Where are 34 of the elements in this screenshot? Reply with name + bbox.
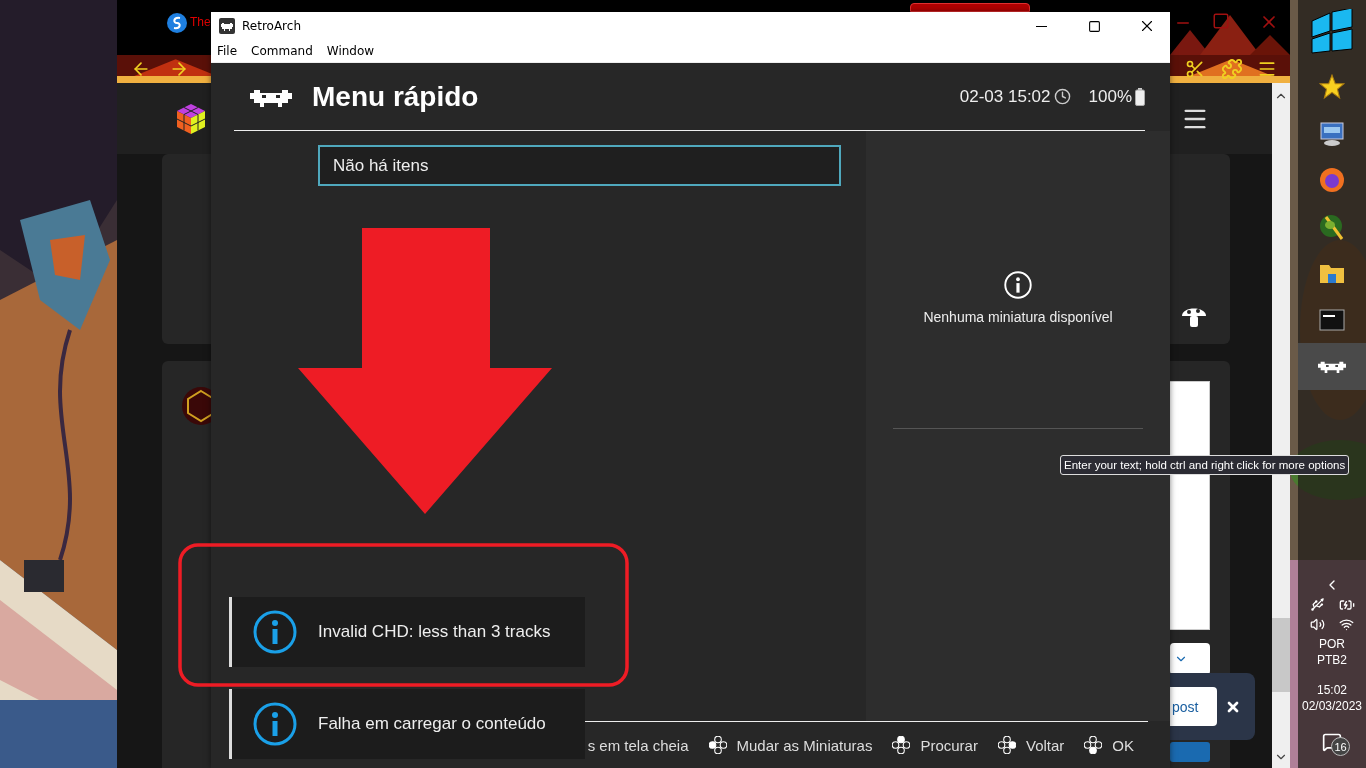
footer-hint[interactable]: Procurar (920, 736, 978, 754)
info-icon (1004, 271, 1032, 299)
minimize-icon (1035, 25, 1047, 27)
notification-text: Falha em carregar o conteúdo (318, 714, 546, 734)
menu-item[interactable]: Window (326, 44, 375, 58)
maximize-icon (1087, 19, 1101, 33)
tab-title[interactable]: The (190, 13, 211, 31)
info-icon (253, 702, 297, 746)
site-logo-icon (167, 13, 187, 33)
menu-icon[interactable] (1257, 59, 1277, 79)
footer-hint[interactable]: Mudar as Miniaturas (736, 736, 873, 754)
info-icon (253, 610, 297, 654)
battery-icon (1135, 87, 1145, 106)
scrollbar-thumb[interactable] (1272, 618, 1290, 692)
menu-entry[interactable]: Não há itens (318, 145, 841, 186)
menu-item[interactable]: File (217, 44, 238, 58)
menu-item[interactable]: Command (251, 44, 313, 58)
battery-text: 100% (1088, 86, 1132, 107)
cube-icon (175, 101, 207, 136)
thumbnail-message: Nenhuma miniatura disponível (923, 309, 1113, 325)
post-button[interactable]: post (1169, 687, 1217, 726)
footer-hint[interactable]: Voltar (1025, 736, 1065, 754)
notification-text: Invalid CHD: less than 3 tracks (318, 622, 551, 642)
puzzle-icon[interactable] (1221, 58, 1243, 80)
app-icon (219, 18, 235, 34)
footer-hint[interactable]: s em tela cheia (587, 736, 689, 754)
dropdown-button[interactable] (1170, 643, 1210, 675)
window-title: RetroArch (242, 19, 302, 33)
clock-icon (1053, 88, 1071, 105)
footer-hint[interactable]: OK (1112, 736, 1134, 754)
clock-text: 02-03 15:02 (959, 86, 1051, 107)
scissors-icon[interactable] (1185, 59, 1205, 79)
tooltip: Enter your text; hold ctrl and right click for more options (1060, 455, 1350, 475)
page-title: Menu rápido (312, 80, 480, 113)
